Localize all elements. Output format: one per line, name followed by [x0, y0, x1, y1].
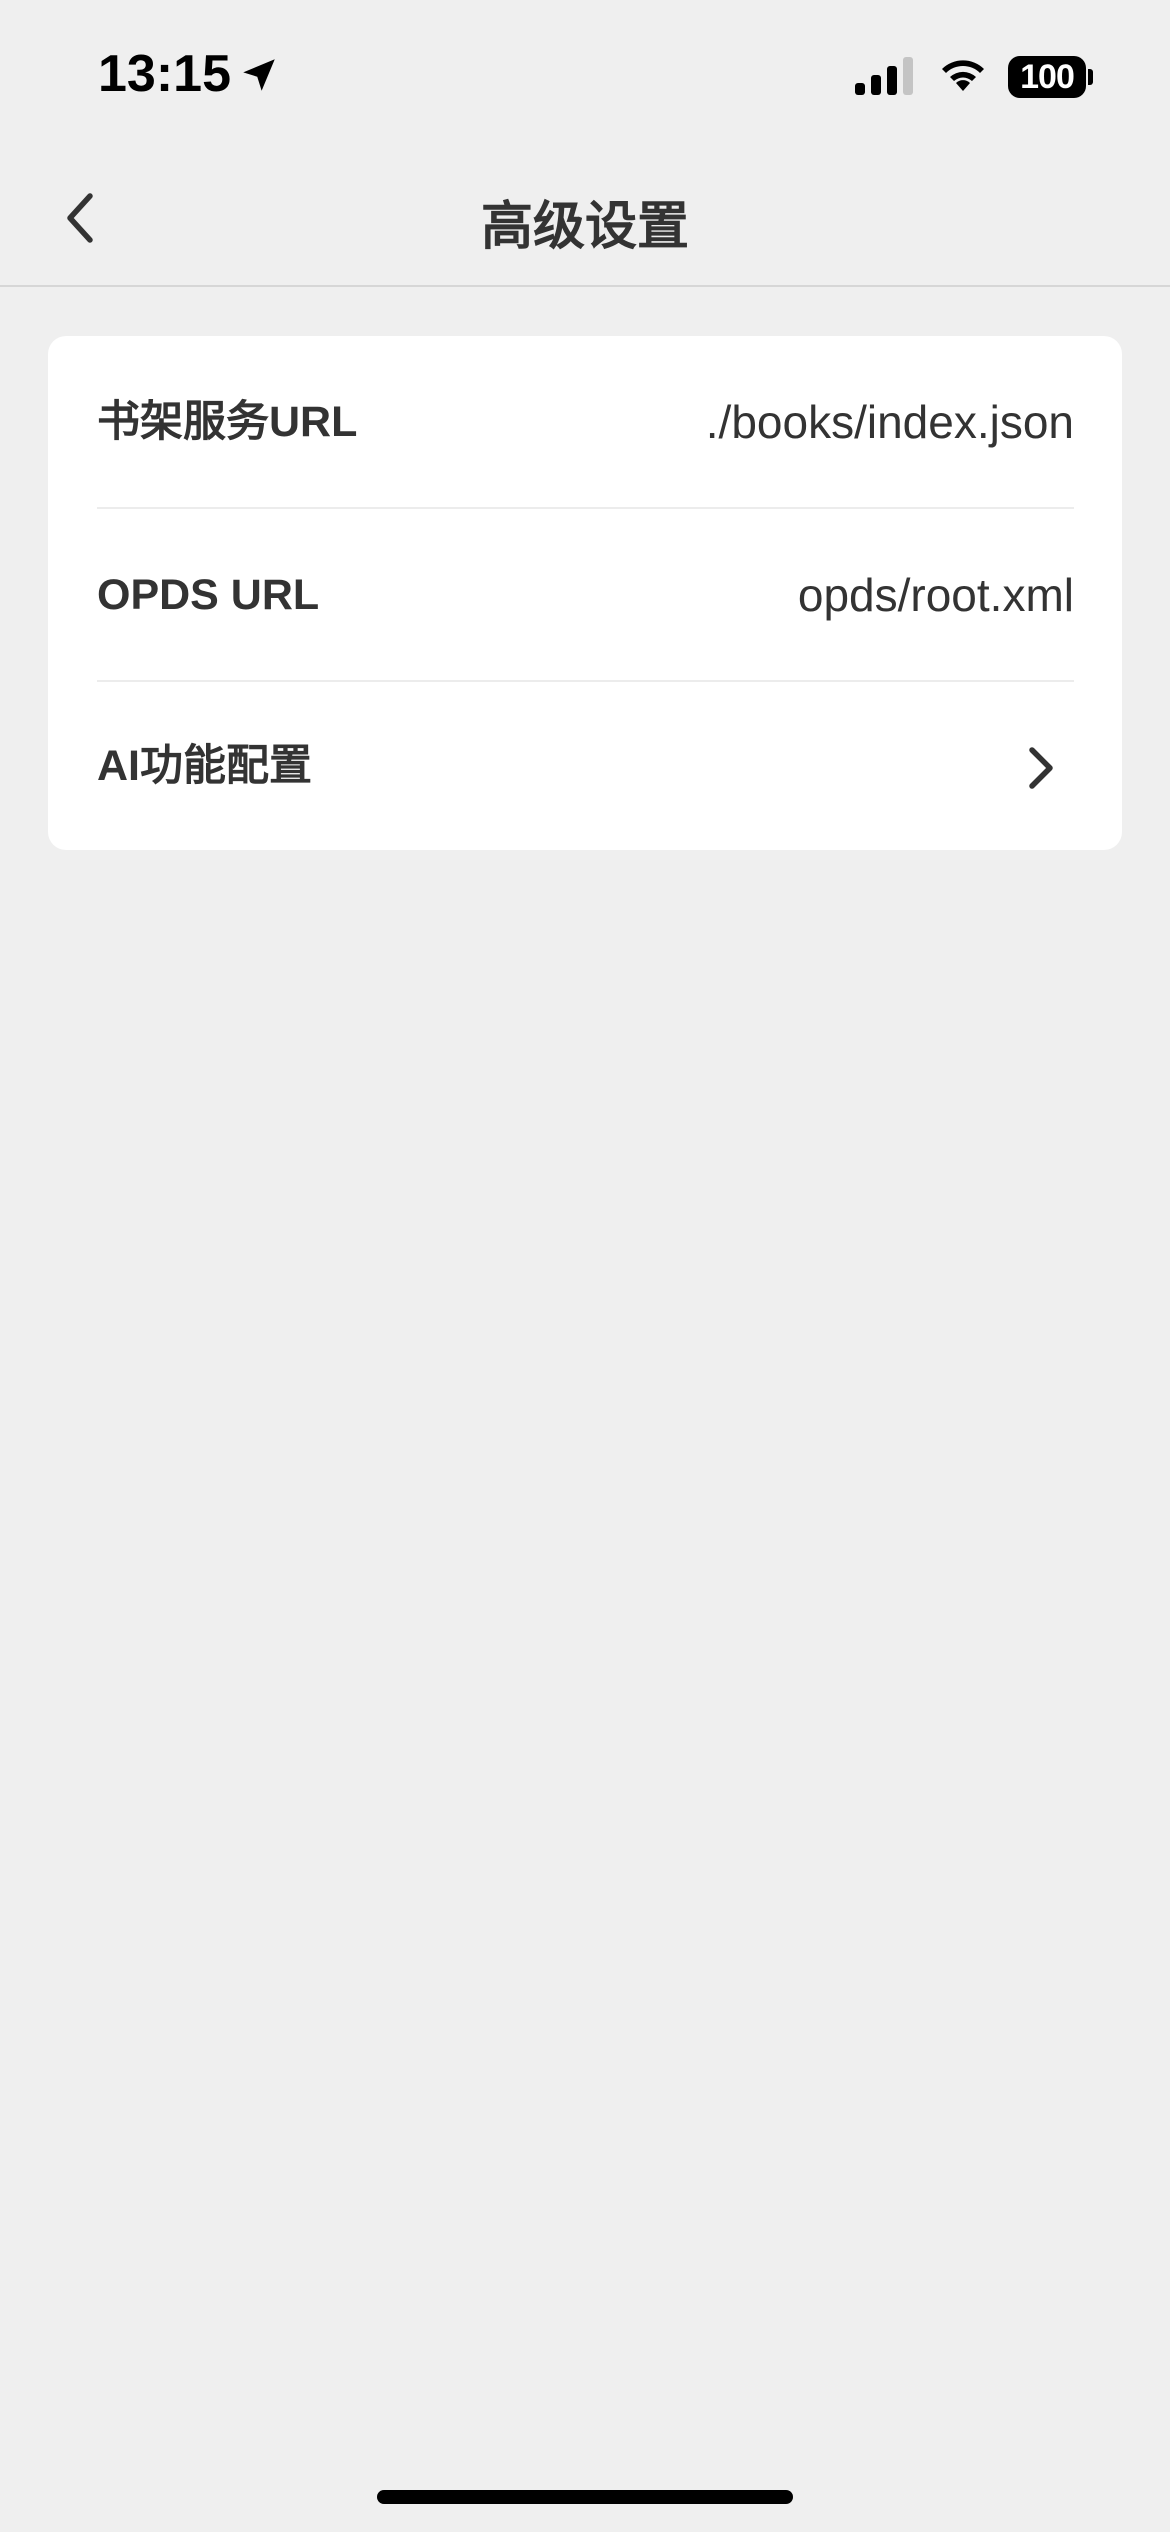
row-label: OPDS URL	[97, 571, 320, 619]
row-value: opds/root.xml	[797, 569, 1074, 621]
chevron-right-icon	[1029, 747, 1053, 789]
status-bar: 13:15 100	[0, 0, 1170, 150]
home-indicator[interactable]	[377, 2490, 793, 2504]
settings-card: 书架服务URL ./books/index.json OPDS URL opds…	[48, 336, 1122, 850]
ai-config-row[interactable]: AI功能配置	[48, 682, 1122, 850]
page-title: 高级设置	[480, 198, 689, 256]
row-label: AI功能配置	[97, 742, 312, 790]
row-label: 书架服务URL	[97, 398, 358, 446]
battery-level: 100	[1008, 56, 1086, 98]
battery-cap	[1088, 69, 1093, 85]
location-arrow-icon	[243, 59, 275, 91]
wifi-icon	[942, 60, 984, 91]
battery-icon: 100	[1008, 56, 1093, 98]
nav-bar: 高级设置	[0, 150, 1170, 287]
row-value: ./books/index.json	[705, 396, 1074, 448]
opds-url-row[interactable]: OPDS URL opds/root.xml	[48, 509, 1122, 681]
bookshelf-service-url-row[interactable]: 书架服务URL ./books/index.json	[48, 336, 1122, 508]
status-time: 13:15	[98, 45, 231, 103]
cellular-signal-icon	[855, 57, 913, 95]
